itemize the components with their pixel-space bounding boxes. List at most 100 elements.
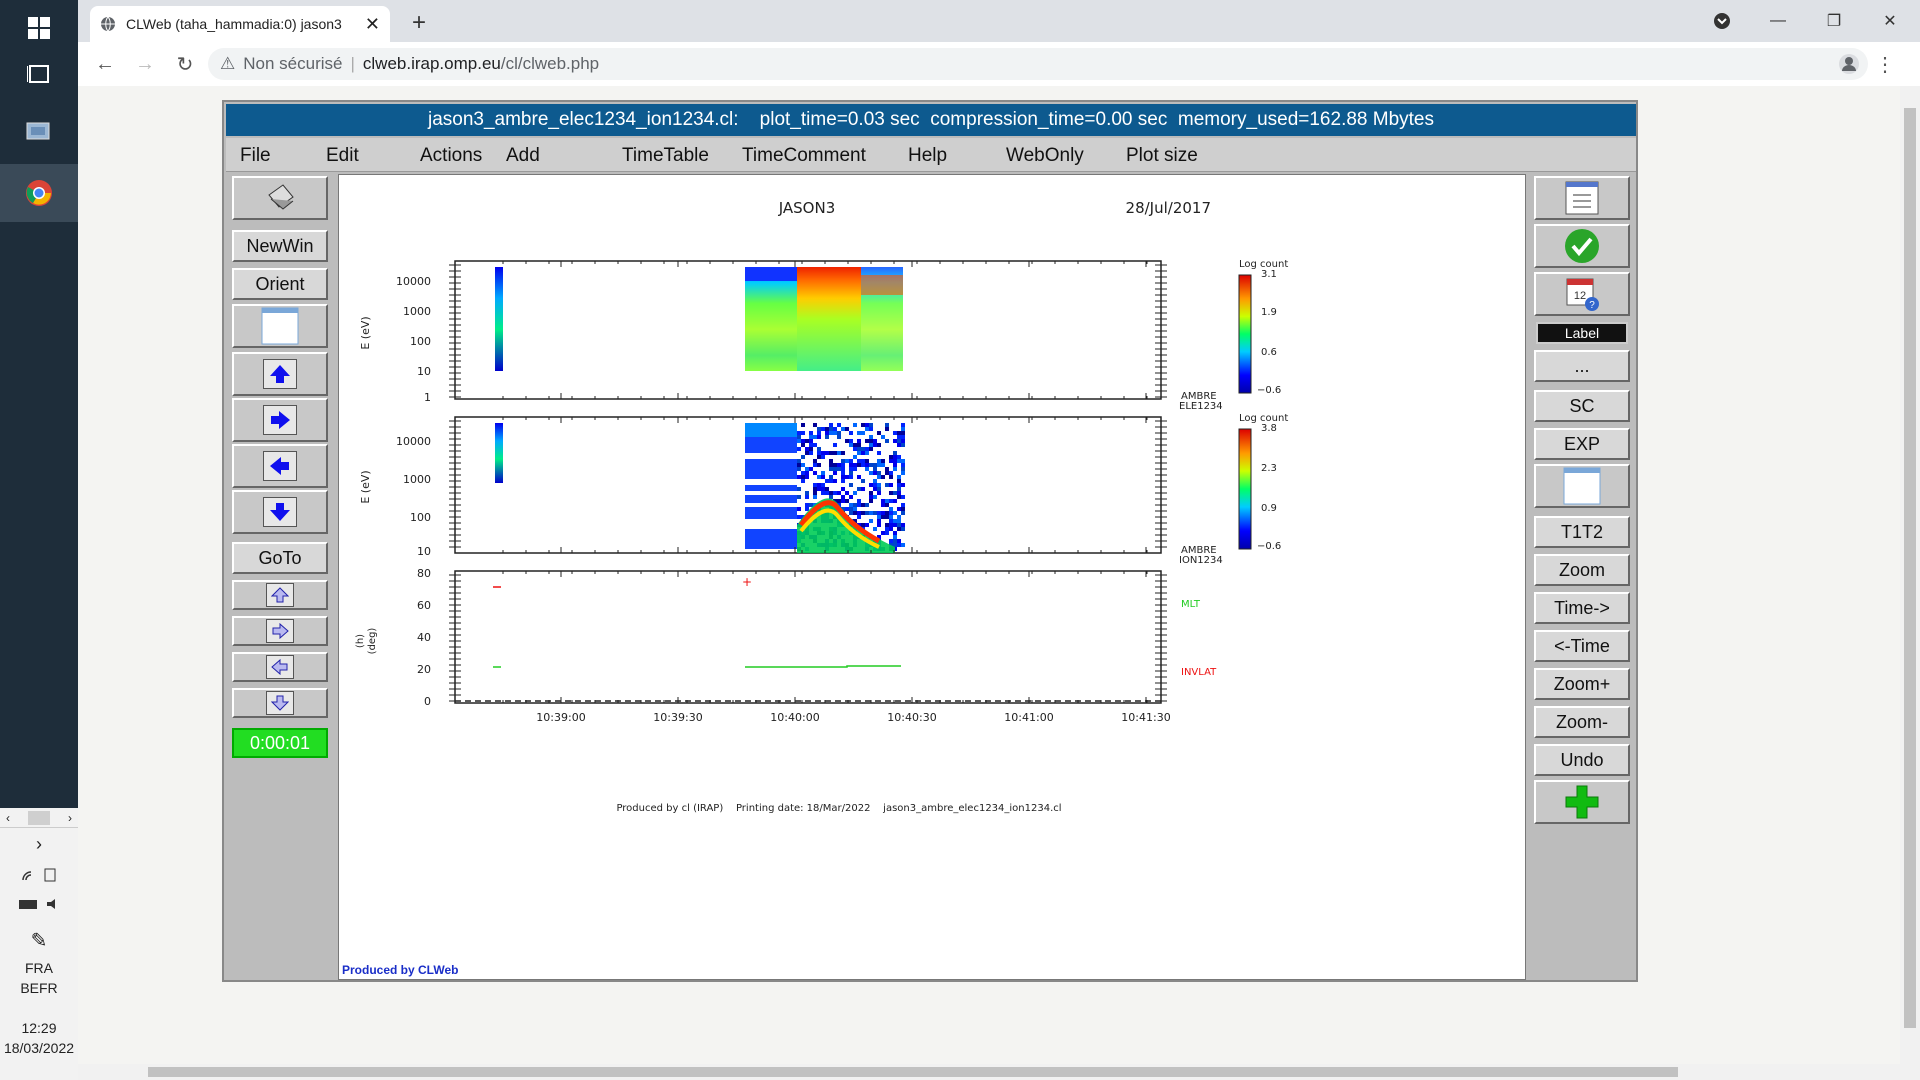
zoom-in-button[interactable]: Zoom+	[1534, 668, 1630, 700]
task-view-icon[interactable]	[0, 46, 78, 102]
window-button-right[interactable]	[1534, 464, 1630, 508]
menu-webonly[interactable]: WebOnly	[1006, 145, 1084, 167]
tab-search-icon[interactable]	[1702, 6, 1742, 36]
address-bar[interactable]: ⚠ Non sécurisé | clweb.irap.omp.eu/cl/cl…	[208, 48, 1868, 80]
menu-file[interactable]: File	[240, 145, 271, 167]
more-button[interactable]: ...	[1534, 350, 1630, 382]
step-left-button[interactable]	[232, 652, 328, 682]
time-back-button[interactable]: <-Time	[1534, 630, 1630, 662]
clweb-app: jason3_ambre_elec1234_ion1234.cl: plot_t…	[222, 100, 1638, 982]
battery-volume-icon[interactable]	[0, 896, 78, 915]
back-icon[interactable]: ←	[90, 49, 120, 79]
panel3-frame	[454, 570, 1162, 704]
browser-tab[interactable]: CLWeb (taha_hammadia:0) jason3 ✕	[90, 6, 390, 42]
panel1-ytick: 100	[410, 335, 431, 348]
panel2-ytick: 100	[410, 511, 431, 524]
calendar-help-icon: 12?	[1566, 278, 1599, 311]
goto-button[interactable]: GoTo	[232, 542, 328, 574]
step-down-button[interactable]	[232, 688, 328, 718]
panel3-ylabel-unit1: (h)	[355, 634, 366, 648]
orient-button[interactable]: Orient	[232, 268, 328, 300]
menu-add[interactable]: Add	[506, 145, 540, 167]
list-button[interactable]	[1534, 176, 1630, 220]
chrome-taskbar-icon[interactable]	[0, 164, 78, 222]
reload-icon[interactable]: ↻	[170, 49, 200, 79]
panel2-spectrum-top	[745, 423, 797, 437]
panel1-ytick: 10000	[396, 275, 431, 288]
undo-button[interactable]: Undo	[1534, 744, 1630, 776]
x-tick-label: 10:41:00	[1004, 711, 1053, 724]
panel1-spectrum-top	[745, 267, 797, 281]
printer-icon	[268, 184, 294, 210]
x-tick-label: 10:39:00	[536, 711, 585, 724]
security-status[interactable]: Non sécurisé	[243, 54, 342, 74]
panel2-ylabel: E (eV)	[359, 470, 372, 503]
calendar-button[interactable]: 12?	[1534, 272, 1630, 316]
url-path: /cl/clweb.php	[500, 54, 600, 73]
menu-plot-size[interactable]: Plot size	[1126, 145, 1198, 167]
app-title: jason3_ambre_elec1234_ion1234.cl: plot_t…	[226, 104, 1636, 136]
plus-icon	[1565, 785, 1599, 819]
invlat-point: +	[742, 575, 752, 589]
produced-by-label: Produced by CLWeb	[342, 963, 459, 977]
vertical-scrollbar[interactable]	[1900, 86, 1920, 1064]
add-panel-button[interactable]	[1534, 780, 1630, 824]
validate-button[interactable]	[1534, 224, 1630, 268]
panel3-yaxis: 80 60 40 20 0	[417, 567, 431, 708]
language-code[interactable]: FRA	[0, 960, 78, 976]
close-window-icon[interactable]: ✕	[1870, 6, 1910, 36]
spacecraft-label: JASON3	[778, 199, 836, 217]
t1t2-button[interactable]: T1T2	[1534, 516, 1630, 548]
pen-icon[interactable]: ✎	[0, 928, 78, 953]
panel1-ytick: 1	[424, 391, 431, 404]
exp-button[interactable]: EXP	[1534, 428, 1630, 460]
chevron-right-icon[interactable]: ›	[68, 811, 72, 825]
globe-icon	[101, 16, 115, 32]
horizontal-scrollbar[interactable]	[78, 1064, 1920, 1080]
menu-timecomment[interactable]: TimeComment	[742, 145, 866, 167]
app-icon[interactable]	[0, 104, 78, 160]
keyboard-layout[interactable]: BEFR	[0, 980, 78, 996]
time-forward-button[interactable]: Time->	[1534, 592, 1630, 624]
menu-actions[interactable]: Actions	[420, 145, 482, 167]
tray-scrollbar[interactable]: ‹ ›	[0, 808, 78, 828]
label-button[interactable]: Label	[1536, 322, 1628, 344]
new-tab-icon[interactable]: +	[404, 8, 434, 38]
plot-canvas: JASON3 28/Jul/2017 10000 1000 100 10 1 E…	[355, 199, 1288, 814]
menu-edit[interactable]: Edit	[326, 145, 359, 167]
mlt-label: MLT	[1181, 599, 1201, 610]
sc-button[interactable]: SC	[1534, 390, 1630, 422]
pan-down-button[interactable]	[232, 490, 328, 534]
panel2-colorbar	[1238, 428, 1252, 550]
close-tab-icon[interactable]: ✕	[365, 14, 380, 35]
newwin-button[interactable]: NewWin	[232, 230, 328, 262]
arrow-up-icon	[263, 359, 297, 389]
step-right-button[interactable]	[232, 616, 328, 646]
panel2-early-burst	[495, 423, 503, 483]
step-up-button[interactable]	[232, 580, 328, 610]
pan-up-button[interactable]	[232, 352, 328, 396]
menu-kebab-icon[interactable]: ⋮	[1870, 49, 1900, 79]
zoom-out-button[interactable]: Zoom-	[1534, 706, 1630, 738]
zoom-button[interactable]: Zoom	[1534, 554, 1630, 586]
forward-icon[interactable]: →	[130, 49, 160, 79]
chevron-right-icon[interactable]: ›	[0, 834, 78, 855]
warning-icon[interactable]: ⚠	[220, 54, 235, 74]
minimize-icon[interactable]: —	[1758, 6, 1798, 36]
panel2-cbar-tick: −0.6	[1257, 541, 1281, 552]
window-button[interactable]	[232, 304, 328, 348]
profile-icon[interactable]	[1834, 49, 1864, 79]
restore-icon[interactable]: ❐	[1814, 6, 1854, 36]
svg-text:12: 12	[1574, 290, 1586, 302]
menu-help[interactable]: Help	[908, 145, 947, 167]
pan-right-button[interactable]	[232, 398, 328, 442]
print-button[interactable]	[232, 176, 328, 220]
clock-date[interactable]: 18/03/2022	[0, 1040, 78, 1056]
menu-timetable[interactable]: TimeTable	[622, 145, 709, 167]
wifi-icon[interactable]	[0, 866, 78, 887]
panel3-ytick: 20	[417, 663, 431, 676]
pan-left-button[interactable]	[232, 444, 328, 488]
plot-area: JASON3 28/Jul/2017 10000 1000 100 10 1 E…	[338, 174, 1526, 980]
clock-time[interactable]: 12:29	[0, 1020, 78, 1036]
chevron-left-icon[interactable]: ‹	[6, 811, 10, 825]
